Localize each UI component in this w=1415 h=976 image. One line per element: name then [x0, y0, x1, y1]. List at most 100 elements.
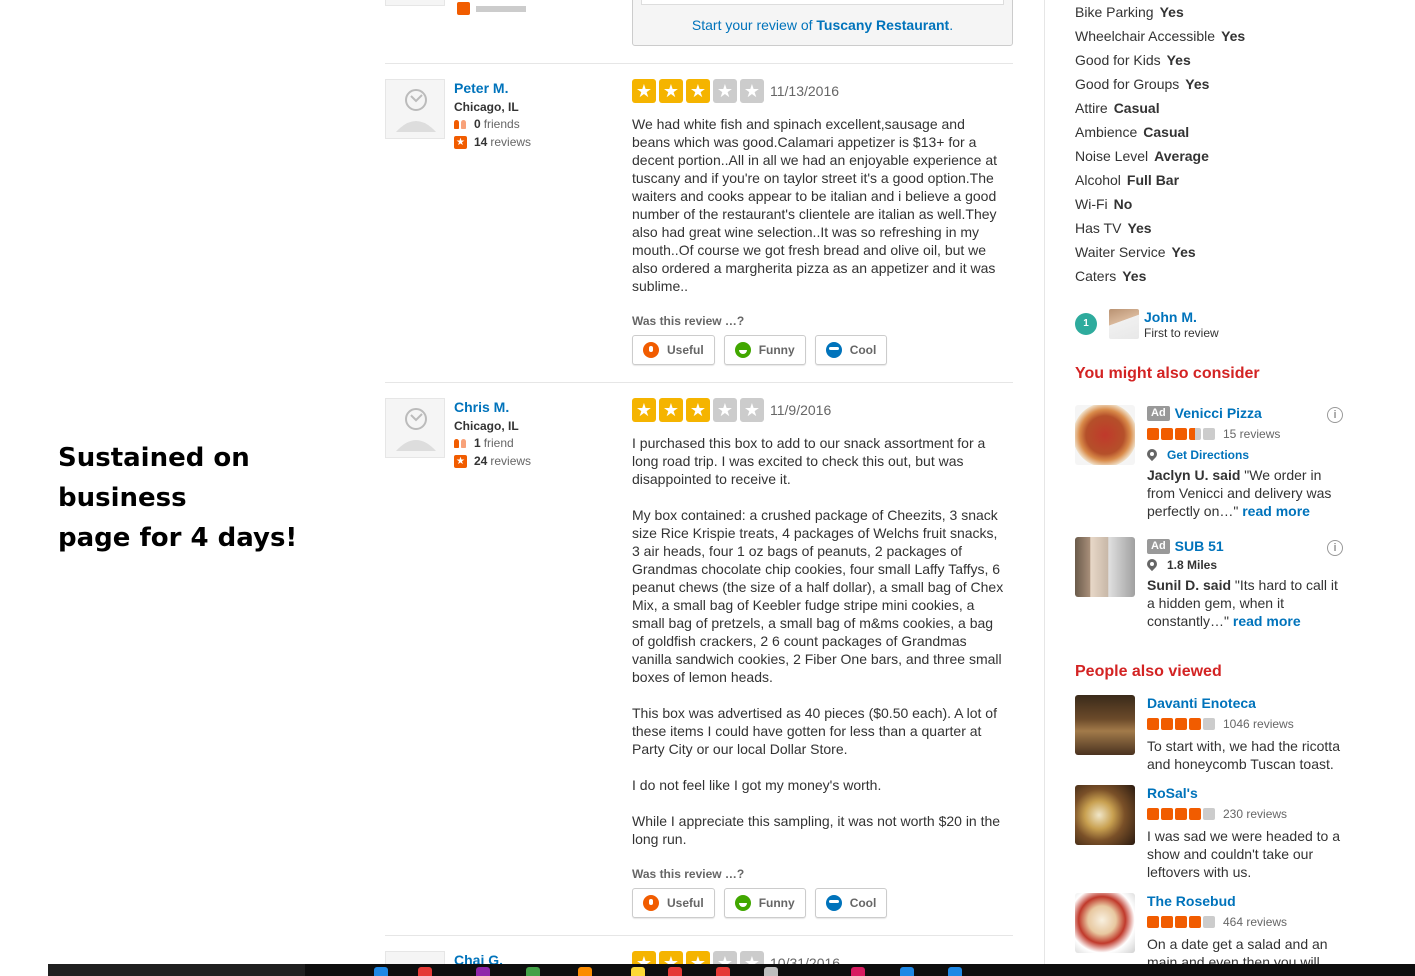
business-name[interactable]: Davanti Enoteca	[1147, 695, 1256, 711]
review-count: 1046 reviews	[1223, 717, 1294, 731]
star-icon: ★	[740, 398, 764, 422]
review-count-icon	[457, 2, 470, 15]
user-name[interactable]: Chris M.	[454, 399, 509, 415]
attribute-row: Attire Casual	[1075, 100, 1160, 116]
friend-count: 0 friends	[454, 117, 520, 131]
business-name[interactable]: Ad SUB 51	[1147, 538, 1224, 554]
attribute-label: Waiter Service	[1075, 244, 1166, 260]
star-rating: ★ ★ ★ ★ ★	[632, 79, 764, 103]
business-photo[interactable]	[1075, 405, 1135, 465]
review-paragraph: We had white fish and spinach excellent,…	[632, 116, 998, 294]
attribute-value: Yes	[1221, 28, 1246, 44]
review-paragraph: While I appreciate this sampling, it was…	[632, 813, 1001, 847]
business-photo[interactable]	[1075, 537, 1135, 597]
star-icon: ★	[454, 135, 467, 149]
star-icon: ★	[632, 398, 656, 422]
star-icon	[1147, 916, 1159, 928]
app-icon[interactable]	[526, 967, 540, 976]
vote-buttons: Useful Funny Cool	[632, 888, 888, 918]
people-also-viewed-title: People also viewed	[1075, 663, 1222, 680]
star-rating	[1147, 916, 1215, 928]
first-to-review-badge: 1	[1075, 313, 1097, 335]
read-more-link[interactable]: read more	[1242, 503, 1310, 519]
attribute-value: Yes	[1127, 220, 1152, 236]
star-icon: ★	[632, 79, 656, 103]
star-icon: ★	[686, 79, 710, 103]
cool-icon	[825, 342, 842, 358]
read-more-link[interactable]: read more	[1233, 613, 1301, 629]
directions-row[interactable]: Get Directions	[1147, 448, 1249, 462]
default-user-icon	[396, 89, 436, 132]
review-paragraph: I purchased this box to add to our snack…	[632, 435, 986, 487]
useful-button[interactable]: Useful	[632, 335, 715, 365]
attribute-label: Wheelchair Accessible	[1075, 28, 1216, 44]
review-paragraph: I do not feel like I got my money's wort…	[632, 777, 882, 793]
star-icon	[1161, 718, 1173, 730]
review-count: 15 reviews	[1223, 427, 1281, 441]
attribute-row: Alcohol Full Bar	[1075, 172, 1179, 188]
start-review-link[interactable]: Start your review of Tuscany Restaurant.	[633, 17, 1012, 33]
os-taskbar	[48, 964, 1415, 976]
app-icon[interactable]	[668, 967, 682, 976]
funny-button[interactable]: Funny	[723, 888, 806, 918]
ad-quote: Jaclyn U. said "We order in from Venicci…	[1147, 467, 1332, 519]
business-photo[interactable]	[1075, 893, 1135, 953]
map-pin-icon	[1147, 449, 1157, 461]
attribute-row: Bike Parking Yes	[1075, 4, 1184, 20]
business-name[interactable]: RoSal's	[1147, 785, 1198, 801]
cool-button[interactable]: Cool	[814, 335, 888, 365]
start-review-business[interactable]: Tuscany Restaurant	[816, 17, 949, 33]
map-pin-icon	[1147, 559, 1157, 571]
app-icon[interactable]	[764, 967, 778, 976]
app-icon[interactable]	[851, 967, 865, 976]
divider	[385, 382, 1013, 383]
useful-button[interactable]: Useful	[632, 888, 715, 918]
helpful-prompt: Was this review …?	[632, 867, 745, 881]
star-icon: ★	[713, 79, 737, 103]
app-icon[interactable]	[900, 967, 914, 976]
app-icon[interactable]	[948, 967, 962, 976]
star-icon	[1189, 808, 1201, 820]
star-icon	[1147, 428, 1159, 440]
app-icon[interactable]	[374, 967, 388, 976]
vote-buttons: Useful Funny Cool	[632, 335, 888, 365]
business-photo[interactable]	[1075, 785, 1135, 845]
user-location: Chicago, IL	[454, 100, 519, 114]
app-icon[interactable]	[716, 967, 730, 976]
first-reviewer-avatar[interactable]	[1109, 309, 1139, 339]
first-to-review-label: First to review	[1144, 326, 1219, 340]
avatar[interactable]	[385, 79, 445, 139]
first-reviewer-name[interactable]: John M.	[1144, 309, 1197, 325]
info-icon[interactable]: i	[1327, 540, 1343, 556]
attribute-label: Bike Parking	[1075, 4, 1154, 20]
business-name[interactable]: Ad Venicci Pizza	[1147, 405, 1262, 421]
star-icon: ★	[454, 454, 467, 468]
funny-button[interactable]: Funny	[723, 335, 806, 365]
app-icon[interactable]	[631, 967, 645, 976]
star-icon	[1203, 718, 1215, 730]
star-icon	[1161, 916, 1173, 928]
star-icon: ★	[659, 79, 683, 103]
review-paragraph: My box contained: a crushed package of C…	[632, 507, 1004, 685]
info-icon[interactable]: i	[1327, 407, 1343, 423]
cool-button[interactable]: Cool	[814, 888, 888, 918]
business-name[interactable]: The Rosebud	[1147, 893, 1236, 909]
attribute-value: Yes	[1159, 4, 1184, 20]
start-review-box[interactable]: Start your review of Tuscany Restaurant.	[632, 0, 1013, 46]
attribute-row: Has TV Yes	[1075, 220, 1152, 236]
star-icon	[1161, 808, 1173, 820]
app-icon[interactable]	[418, 967, 432, 976]
taskbar-search-area[interactable]	[48, 964, 305, 976]
review-count: ★ 14 reviews	[454, 135, 531, 149]
ad-badge: Ad	[1147, 538, 1170, 554]
distance-row: 1.8 Miles	[1147, 558, 1217, 572]
user-name[interactable]: Peter M.	[454, 80, 508, 96]
app-icon[interactable]	[476, 967, 490, 976]
avatar[interactable]	[385, 398, 445, 458]
attribute-row: Wi-Fi No	[1075, 196, 1132, 212]
star-icon	[1175, 916, 1187, 928]
useful-icon	[643, 895, 659, 911]
app-icon[interactable]	[578, 967, 592, 976]
business-photo[interactable]	[1075, 695, 1135, 755]
user-location: Chicago, IL	[454, 419, 519, 433]
